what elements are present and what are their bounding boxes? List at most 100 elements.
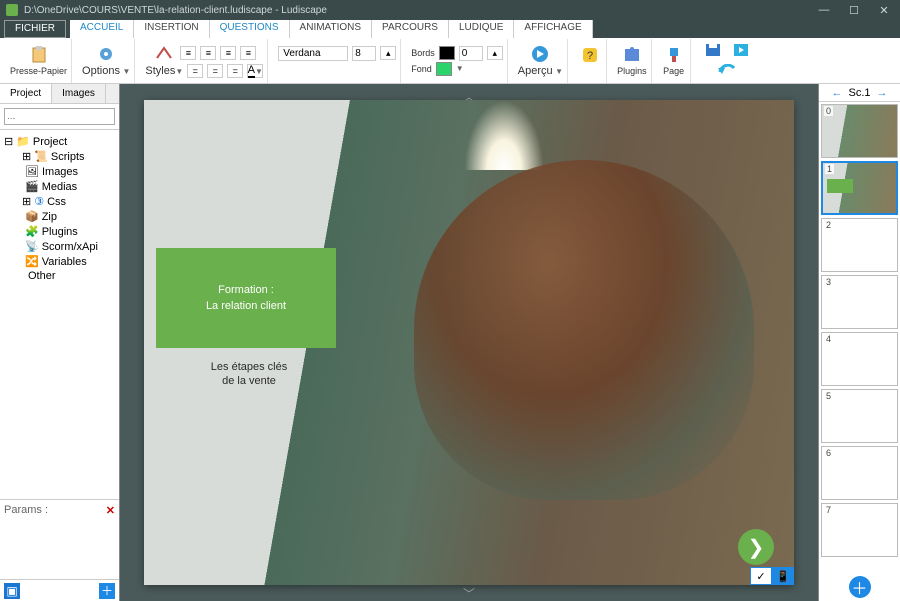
panel-add-button[interactable]: ＋: [99, 583, 115, 599]
tree-other[interactable]: Other: [4, 269, 115, 283]
border-width-input[interactable]: 0: [459, 46, 483, 61]
window-title: D:\OneDrive\COURS\VENTE\la-relation-clie…: [24, 5, 814, 16]
tab-questions[interactable]: QUESTIONS: [210, 20, 290, 38]
params-close-button[interactable]: ✕: [106, 504, 115, 517]
text-color-button[interactable]: A▼: [247, 64, 263, 78]
save-icon[interactable]: [701, 40, 725, 60]
align-right-button[interactable]: ≡: [220, 46, 236, 60]
thumb-7[interactable]: 7: [821, 503, 898, 557]
view-desktop-button[interactable]: ✓: [750, 567, 772, 585]
thumb-0[interactable]: 0: [821, 104, 898, 158]
tree-css[interactable]: ⊞③Css: [4, 194, 115, 209]
puzzle-icon: [620, 45, 644, 65]
font-size-stepper[interactable]: ▴: [380, 46, 396, 60]
slide-lamp: [464, 100, 544, 170]
titlebar: D:\OneDrive\COURS\VENTE\la-relation-clie…: [0, 0, 900, 20]
ribbon-page[interactable]: Page: [658, 39, 691, 83]
slide-title-line1: Formation :: [218, 282, 274, 299]
slides-panel: ← Sc.1 → 0 1 2 3 4 5 6 7 ＋: [818, 84, 900, 601]
minimize-button[interactable]: —: [814, 4, 834, 17]
clipboard-icon: [27, 45, 51, 65]
svg-text:?: ?: [587, 50, 593, 62]
gear-icon: [94, 44, 118, 64]
align-justify-button[interactable]: ≡: [240, 46, 256, 60]
slide-thumbnails: 0 1 2 3 4 5 6 7: [819, 102, 900, 573]
fill-dropdown[interactable]: ▼: [456, 64, 464, 73]
ribbon-help[interactable]: ?: [574, 39, 607, 83]
tree-zip[interactable]: 📦Zip: [4, 209, 115, 224]
ribbon: Presse-Papier Options ▼ ≡ ≡ ≡ ≡ Styles▼ …: [0, 38, 900, 84]
maximize-button[interactable]: ☐: [844, 4, 864, 17]
tree-scorm[interactable]: 📡Scorm/xApi: [4, 239, 115, 254]
ribbon-font: Verdana 8 ▴: [274, 39, 401, 83]
tab-affichage[interactable]: AFFICHAGE: [514, 20, 592, 38]
tab-insertion[interactable]: INSERTION: [134, 20, 209, 38]
run-icon[interactable]: [729, 40, 753, 60]
slide-subtitle[interactable]: Les étapes clés de la vente: [174, 360, 324, 389]
tree-variables[interactable]: 🔀Variables: [4, 254, 115, 269]
close-button[interactable]: ✕: [874, 4, 894, 17]
params-panel: Params : ✕: [0, 499, 119, 579]
undo-icon[interactable]: [715, 61, 739, 81]
tab-accueil[interactable]: ACCUEIL: [70, 20, 134, 38]
canvas-area: ︿ Formation : La relation client Les éta…: [120, 84, 818, 601]
app-icon: [6, 4, 18, 16]
panel-tab-project[interactable]: Project: [0, 84, 52, 103]
menu-tabs: FICHIER ACCUEIL INSERTION QUESTIONS ANIM…: [0, 20, 900, 38]
tab-file[interactable]: FICHIER: [4, 20, 66, 38]
tab-animations[interactable]: ANIMATIONS: [290, 20, 372, 38]
ribbon-options[interactable]: Options ▼: [78, 39, 135, 83]
ribbon-clipboard[interactable]: Presse-Papier: [6, 39, 72, 83]
font-size-input[interactable]: 8: [352, 46, 376, 61]
next-slide-button[interactable]: ❯: [738, 529, 774, 565]
view-mobile-button[interactable]: 📱: [772, 567, 794, 585]
fill-color-swatch[interactable]: [436, 62, 452, 76]
play-icon: [528, 44, 552, 64]
thumb-3[interactable]: 3: [821, 275, 898, 329]
scroll-down-button[interactable]: ﹀: [463, 585, 475, 597]
thumb-4[interactable]: 4: [821, 332, 898, 386]
valign-top-button[interactable]: =: [187, 64, 203, 78]
valign-bot-button[interactable]: =: [227, 64, 243, 78]
ribbon-plugins[interactable]: Plugins: [613, 39, 652, 83]
tree-medias[interactable]: 🎬Medias: [4, 179, 115, 194]
params-label: Params :: [4, 504, 48, 517]
slide-canvas[interactable]: Formation : La relation client Les étape…: [144, 100, 794, 585]
thumb-1[interactable]: 1: [821, 161, 898, 215]
scroll-up-button[interactable]: ︿: [463, 88, 475, 100]
tree-plugins[interactable]: 🧩Plugins: [4, 224, 115, 239]
question-icon: ?: [578, 45, 602, 65]
scene-prev-button[interactable]: ←: [831, 87, 842, 99]
ribbon-colors: Bords 0 ▴ Fond ▼: [407, 39, 508, 83]
panel-view-button[interactable]: ▣: [4, 583, 20, 599]
border-color-swatch[interactable]: [439, 46, 455, 60]
thumb-6[interactable]: 6: [821, 446, 898, 500]
slide-title-box[interactable]: Formation : La relation client: [156, 248, 336, 348]
project-tree: ⊟📁Project ⊞📜Scripts 🖼Images 🎬Medias ⊞③Cs…: [0, 130, 119, 499]
border-stepper[interactable]: ▴: [487, 46, 503, 60]
tab-parcours[interactable]: PARCOURS: [372, 20, 449, 38]
brush-icon: [662, 45, 686, 65]
scene-next-button[interactable]: →: [877, 87, 888, 99]
search-input[interactable]: [4, 108, 115, 125]
project-panel: Project Images ⊟📁Project ⊞📜Scripts 🖼Imag…: [0, 84, 120, 601]
ribbon-quick: [697, 39, 757, 83]
ribbon-styles: ≡ ≡ ≡ ≡ Styles▼ = = = A▼: [141, 39, 268, 83]
slide-figure: [414, 160, 754, 500]
tree-root[interactable]: ⊟📁Project: [4, 134, 115, 149]
thumb-2[interactable]: 2: [821, 218, 898, 272]
styles-icon[interactable]: [152, 43, 176, 63]
tab-ludique[interactable]: LUDIQUE: [449, 20, 514, 38]
tree-images[interactable]: 🖼Images: [4, 164, 115, 179]
align-left-button[interactable]: ≡: [180, 46, 196, 60]
add-slide-button[interactable]: ＋: [849, 576, 871, 598]
slide-title-line2: La relation client: [206, 298, 286, 315]
thumb-5[interactable]: 5: [821, 389, 898, 443]
align-center-button[interactable]: ≡: [200, 46, 216, 60]
scene-label: Sc.1: [848, 87, 870, 99]
valign-mid-button[interactable]: =: [207, 64, 223, 78]
ribbon-preview[interactable]: Aperçu ▼: [514, 39, 568, 83]
tree-scripts[interactable]: ⊞📜Scripts: [4, 149, 115, 164]
panel-tab-images[interactable]: Images: [52, 84, 106, 103]
font-family-select[interactable]: Verdana: [278, 46, 348, 61]
